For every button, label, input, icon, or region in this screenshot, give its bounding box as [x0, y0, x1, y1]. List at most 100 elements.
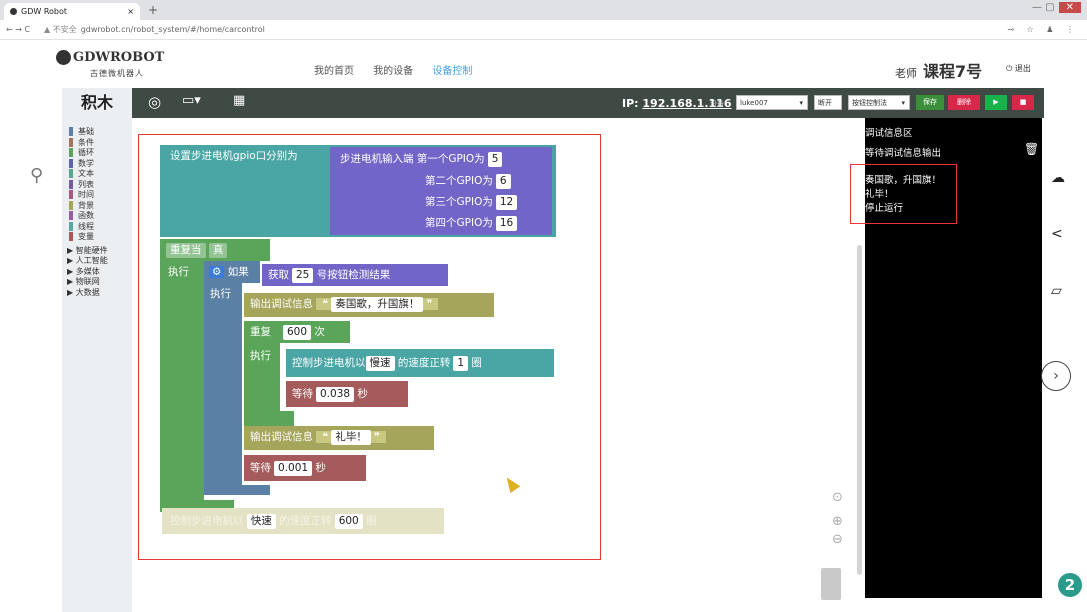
button-result-label: 号按钮检测结果: [316, 269, 391, 281]
zoom-out-icon[interactable]: ⊖: [832, 532, 843, 547]
category-11[interactable]: 变量: [69, 231, 94, 242]
file-icon[interactable]: ▭▾: [182, 93, 201, 108]
trash-debug-icon[interactable]: 🗑: [1024, 142, 1039, 156]
text-block-2[interactable]: ❝ 礼毕！ ❞: [316, 429, 386, 445]
button-number-input[interactable]: 25: [292, 267, 314, 283]
grid-icon[interactable]: ▦: [233, 93, 245, 108]
disconnect-button[interactable]: 断开: [814, 95, 842, 110]
category-group-4[interactable]: ▶ 物联网: [67, 276, 100, 287]
category-5[interactable]: 文本: [69, 168, 94, 179]
category-color-icon: [69, 148, 73, 157]
category-10[interactable]: 线程: [69, 221, 94, 232]
save-button[interactable]: 保存: [916, 95, 944, 110]
print-debug-block-2[interactable]: 输出调试信息 ❝ 礼毕！ ❞: [244, 426, 434, 450]
window-close-button[interactable]: ✕: [1058, 2, 1081, 13]
gear-icon[interactable]: ⚙: [209, 266, 225, 278]
print-debug-block-1[interactable]: 输出调试信息 ❝ 奏国歌，升国旗！ ❞: [244, 293, 494, 317]
search-icon[interactable]: ⚲: [30, 165, 43, 186]
stepper-input-row2: 第二个GPIO为 6: [425, 170, 511, 192]
workspace-scrollbar[interactable]: [857, 245, 862, 575]
new-tab-button[interactable]: +: [148, 3, 158, 17]
ghost-motor-block[interactable]: 控制步进电机以 快速 的速度正转 600 圈: [162, 508, 444, 534]
get-button-block[interactable]: 获取 25 号按钮检测结果: [262, 264, 448, 286]
category-8[interactable]: 背景: [69, 200, 94, 211]
logo-icon: [56, 50, 71, 65]
browser-action-icons[interactable]: ⊸ ☆ ♟ ⋮: [1007, 20, 1079, 39]
if-block[interactable]: ⚙ 如果: [204, 261, 260, 283]
step-badge: 2: [1058, 573, 1082, 597]
logout-button[interactable]: ⏻ 退出: [1006, 63, 1031, 74]
speed-dropdown[interactable]: 慢速: [365, 355, 395, 371]
stepper-input-row3: 第三个GPIO为 12: [425, 191, 518, 213]
run-button[interactable]: ▶: [985, 95, 1007, 110]
nav-buttons[interactable]: ← → C: [6, 20, 30, 39]
ghost-value-input[interactable]: 600: [334, 513, 363, 529]
wait-input-2[interactable]: 0.001: [274, 460, 313, 476]
stop-button[interactable]: ■: [1012, 95, 1034, 110]
tab-close-icon[interactable]: ×: [127, 3, 134, 20]
text-block-1[interactable]: ❝ 奏国歌，升国旗！ ❞: [316, 296, 439, 312]
category-9[interactable]: 函数: [69, 210, 94, 221]
repeat-while-dropdown[interactable]: 重复当: [166, 242, 206, 258]
share-icon[interactable]: <: [1051, 226, 1063, 242]
file-icon[interactable]: ▱: [1051, 283, 1062, 299]
repeat-while-block[interactable]: 重复当 真: [160, 239, 270, 261]
gpio1-input[interactable]: 5: [487, 151, 503, 167]
site-logo[interactable]: GDWROBOT: [56, 50, 164, 65]
url-field[interactable]: ▲ 不安全 gdwrobot.cn/robot_system/#/home/car…: [44, 20, 265, 39]
category-3[interactable]: 循环: [69, 147, 94, 158]
gpio2-input[interactable]: 6: [495, 173, 511, 189]
ip-label: IP:: [622, 97, 639, 110]
print-label-2: 输出调试信息: [250, 431, 313, 443]
category-color-icon: [69, 127, 73, 136]
sec-label-2: 秒: [315, 462, 326, 474]
gpio4-label: 第四个GPIO为: [425, 217, 493, 229]
wait-block-1[interactable]: 等待 0.038 秒: [286, 381, 408, 407]
zoom-in-icon[interactable]: ⊕: [832, 514, 843, 529]
category-6[interactable]: 列表: [69, 179, 94, 190]
course-name: 课程7号: [923, 62, 983, 81]
nav-device-control[interactable]: 设备控制: [432, 66, 472, 77]
category-group-3[interactable]: ▶ 多媒体: [67, 266, 100, 277]
address-bar[interactable]: ← → C ▲ 不安全 gdwrobot.cn/robot_system/#/ho…: [0, 20, 1087, 40]
repeat-count-input[interactable]: 600: [283, 324, 312, 340]
category-color-icon: [69, 137, 73, 147]
browser-tab[interactable]: GDW Robot ×: [4, 3, 140, 20]
wait-input-1[interactable]: 0.038: [316, 386, 355, 402]
category-1[interactable]: 基础: [69, 126, 94, 137]
category-label: 数学: [78, 158, 94, 168]
text-input-1[interactable]: 奏国歌，升国旗！: [331, 296, 424, 312]
turns-input[interactable]: 1: [453, 355, 469, 371]
minimize-maximize-icons[interactable]: — ▢: [1032, 2, 1055, 13]
ghost-speed-dropdown[interactable]: 快速: [246, 513, 276, 529]
gpio3-input[interactable]: 12: [495, 194, 518, 210]
wait-block-2[interactable]: 等待 0.001 秒: [244, 455, 366, 481]
category-group-1[interactable]: ▶ 智能硬件: [67, 245, 108, 256]
text-input-2[interactable]: 礼毕！: [331, 429, 371, 445]
motor-rotate-block[interactable]: 控制步进电机以 慢速 的速度正转 1 圈: [286, 349, 554, 377]
device-select[interactable]: luke007 ▾: [736, 95, 808, 110]
category-color-icon: [69, 232, 73, 241]
next-circle-icon[interactable]: ›: [1041, 361, 1071, 391]
true-dropdown[interactable]: 真: [208, 242, 228, 258]
gpio4-input[interactable]: 16: [495, 215, 518, 231]
wait-label-1: 等待: [292, 388, 313, 400]
category-4[interactable]: 数学: [69, 158, 94, 169]
window-controls[interactable]: — ▢ ✕: [1032, 2, 1081, 13]
view-icon[interactable]: ◎: [148, 93, 161, 111]
nav-devices[interactable]: 我的设备: [373, 66, 413, 77]
recenter-icon[interactable]: ⊙: [832, 490, 843, 505]
category-7[interactable]: 时间: [69, 189, 94, 200]
delete-button[interactable]: 删除: [948, 95, 980, 110]
gpio3-label: 第三个GPIO为: [425, 196, 493, 208]
cloud-upload-icon[interactable]: ☁: [1051, 170, 1065, 186]
category-group-2[interactable]: ▶ 人工智能: [67, 255, 108, 266]
trash-icon[interactable]: [821, 568, 841, 600]
category-2[interactable]: 条件: [69, 137, 94, 148]
category-color-icon: [69, 169, 73, 178]
nav-home[interactable]: 我的首页: [314, 66, 354, 77]
gpio2-label: 第二个GPIO为: [425, 175, 493, 187]
mode-select[interactable]: 按钮控制法 ▾: [848, 95, 910, 110]
category-group-5[interactable]: ▶ 大数据: [67, 287, 100, 298]
set-gpio-label: 设置步进电机gpio口分别为: [170, 150, 298, 162]
